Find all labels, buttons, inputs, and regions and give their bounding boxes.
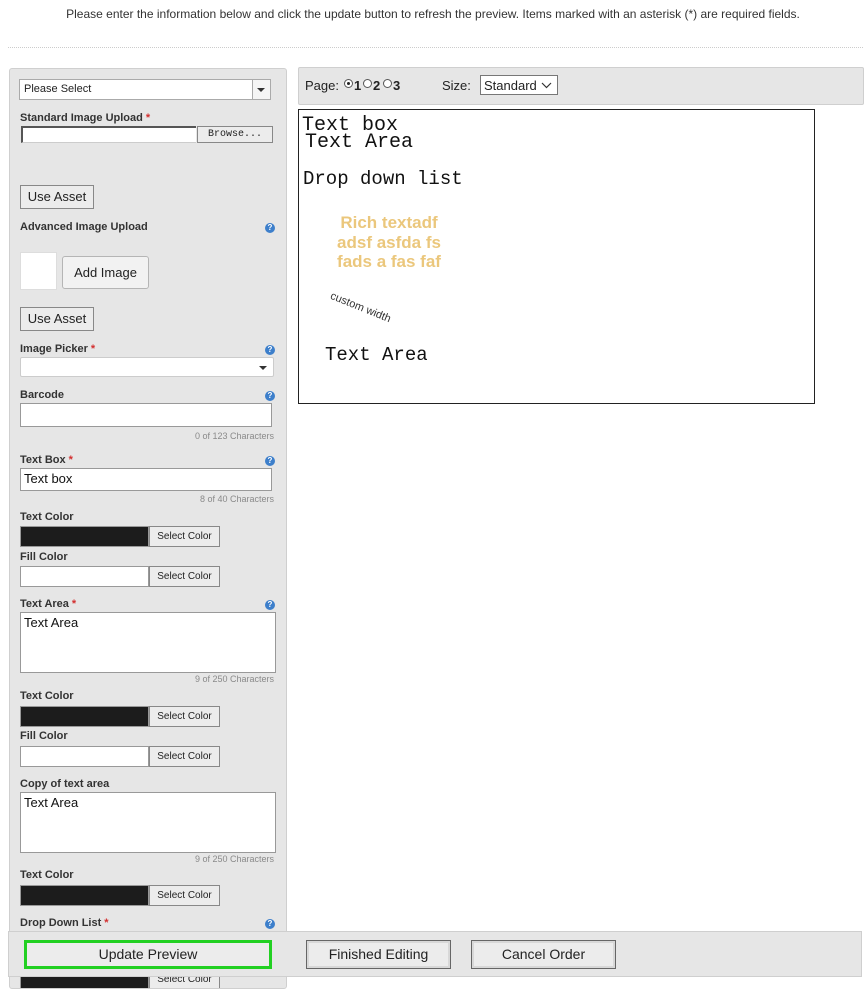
drop-down-list-label: Drop Down List *	[20, 917, 109, 929]
browse-button[interactable]: Browse...	[197, 126, 273, 143]
fill-color-swatch	[20, 566, 149, 587]
select-text-color-button-2[interactable]: Select Color	[149, 706, 220, 727]
fill-color-label-2: Fill Color	[20, 730, 68, 742]
use-asset-button[interactable]: Use Asset	[20, 185, 94, 209]
page-number-2: 2	[373, 78, 381, 93]
chevron-down-icon	[252, 80, 270, 99]
use-asset-button-2[interactable]: Use Asset	[20, 307, 94, 331]
preview-text-area-2: Text Area	[325, 344, 428, 366]
page-number-1: 1	[354, 78, 362, 93]
preview-canvas: Text box Text Area Drop down list Rich t…	[298, 109, 815, 404]
text-color-swatch-2	[20, 706, 149, 727]
chevron-down-icon	[259, 366, 267, 370]
cancel-order-button[interactable]: Cancel Order	[471, 940, 616, 969]
help-icon[interactable]: ?	[265, 345, 275, 355]
finished-editing-button[interactable]: Finished Editing	[306, 940, 451, 969]
barcode-label: Barcode	[20, 389, 65, 401]
divider	[8, 47, 863, 48]
preview-custom-width: custom width	[328, 290, 393, 326]
chevron-down-icon	[541, 82, 552, 89]
page-radio-2[interactable]	[363, 79, 372, 88]
help-icon[interactable]: ?	[265, 600, 275, 610]
select-fill-color-button[interactable]: Select Color	[149, 566, 220, 587]
top-select[interactable]: Please Select	[19, 79, 271, 100]
text-color-label-3: Text Color	[20, 869, 74, 881]
image-picker-label: Image Picker *	[20, 343, 96, 355]
help-icon[interactable]: ?	[265, 456, 275, 466]
page-label: Page:	[305, 78, 339, 93]
page-radio-1[interactable]	[344, 79, 353, 88]
update-preview-button[interactable]: Update Preview	[24, 940, 272, 969]
copy-text-area-char-count: 9 of 250 Characters	[194, 854, 274, 864]
add-image-button[interactable]: Add Image	[62, 256, 149, 289]
text-color-label-2: Text Color	[20, 690, 74, 702]
file-path-field[interactable]	[21, 126, 196, 143]
barcode-input[interactable]	[20, 403, 272, 427]
help-icon[interactable]: ?	[265, 919, 275, 929]
preview-toolbar: Page: 1 2 3 Size: Standard	[298, 67, 864, 105]
text-area-char-count: 9 of 250 Characters	[194, 674, 274, 684]
form-panel: Please Select Standard Image Upload * Bro…	[9, 68, 287, 989]
image-thumbnail	[20, 252, 57, 290]
image-picker-select[interactable]	[20, 357, 274, 377]
action-bar: Update Preview Finished Editing Cancel O…	[8, 931, 862, 977]
size-select-value: Standard	[484, 78, 537, 93]
preview-text-area: Text Area	[305, 131, 414, 154]
preview-drop-down: Drop down list	[303, 168, 463, 190]
standard-image-upload-label: Standard Image Upload *	[20, 112, 151, 124]
text-color-swatch	[20, 526, 149, 547]
text-box-label: Text Box *	[20, 454, 73, 466]
rich-text-line: adsf asfda fs	[337, 232, 441, 252]
text-color-swatch-3	[20, 885, 149, 906]
rich-text-line: fads a fas faf	[337, 252, 441, 271]
copy-text-area-label: Copy of text area	[20, 778, 110, 790]
top-select-value: Please Select	[24, 83, 92, 95]
page-radio-3[interactable]	[383, 79, 392, 88]
text-area-input[interactable]: Text Area	[20, 612, 276, 673]
select-text-color-button-3[interactable]: Select Color	[149, 885, 220, 906]
preview-rich-text: Rich textadf adsf asfda fs fads a fas fa…	[319, 213, 459, 272]
select-fill-color-button-2[interactable]: Select Color	[149, 746, 220, 767]
fill-color-label: Fill Color	[20, 551, 68, 563]
help-icon[interactable]: ?	[265, 223, 275, 233]
rich-text-line: Rich textadf	[340, 213, 438, 232]
text-area-label: Text Area *	[20, 598, 77, 610]
instructions-text: Please enter the information below and c…	[66, 7, 800, 21]
fill-color-swatch-2	[20, 746, 149, 767]
advanced-image-upload-label: Advanced Image Upload	[20, 221, 148, 233]
size-select[interactable]: Standard	[480, 75, 558, 95]
text-color-label: Text Color	[20, 511, 74, 523]
copy-text-area-input[interactable]: Text Area	[20, 792, 276, 853]
select-text-color-button[interactable]: Select Color	[149, 526, 220, 547]
page-number-3: 3	[393, 78, 401, 93]
barcode-char-count: 0 of 123 Characters	[194, 431, 274, 441]
help-icon[interactable]: ?	[265, 391, 275, 401]
text-box-input[interactable]: Text box	[20, 468, 272, 491]
size-label: Size:	[442, 78, 471, 93]
text-box-char-count: 8 of 40 Characters	[199, 494, 274, 504]
